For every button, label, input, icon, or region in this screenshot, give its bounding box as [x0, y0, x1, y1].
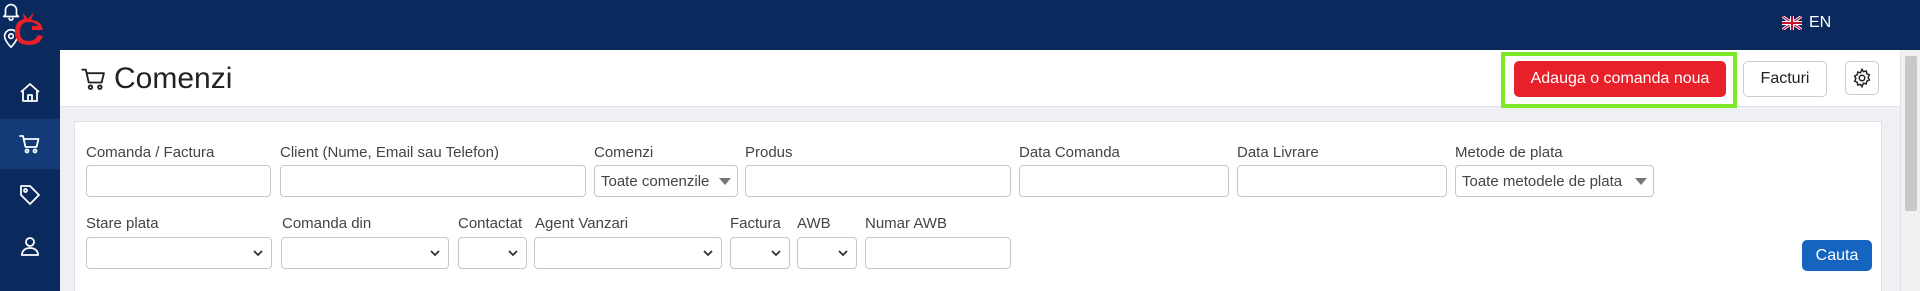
home-icon: [20, 83, 40, 102]
chevron-down-icon: [253, 250, 263, 257]
add-order-button[interactable]: Adauga o comanda noua: [1514, 61, 1726, 97]
sidebar: [0, 50, 60, 291]
sidebar-item-customers[interactable]: [0, 221, 60, 271]
language-selector[interactable]: EN: [1782, 14, 1831, 32]
cart-icon: [81, 68, 105, 90]
order-invoice-label: Comanda / Factura: [86, 144, 215, 161]
orders-label: Comenzi: [594, 144, 654, 161]
order-from-label: Comanda din: [282, 215, 372, 232]
client-label: Client (Nume, Email sau Telefon): [280, 144, 499, 161]
delivery-date-label: Data Livrare: [1237, 144, 1319, 161]
chevron-down-icon: [771, 250, 781, 257]
awb-number-label: Numar AWB: [865, 215, 947, 232]
order-invoice-input[interactable]: [86, 165, 271, 197]
tag-icon: [20, 185, 40, 205]
invoices-button[interactable]: Facturi: [1743, 61, 1827, 97]
payment-methods-label: Metode de plata: [1455, 144, 1563, 161]
chevron-down-icon: [703, 250, 713, 257]
page-title-text: Comenzi: [114, 62, 233, 95]
payment-status-select[interactable]: [86, 237, 272, 269]
orders-select-value: Toate comenzile: [601, 172, 710, 190]
payment-methods-select-value: Toate metodele de plata: [1462, 172, 1623, 190]
caret-down-icon: [1635, 177, 1647, 185]
cart-icon: [19, 135, 40, 154]
payment-status-label: Stare plata: [86, 215, 159, 232]
payment-methods-select[interactable]: Toate metodele de plata: [1455, 165, 1654, 197]
chevron-down-icon: [838, 250, 848, 257]
awb-number-input[interactable]: [865, 237, 1011, 269]
search-button[interactable]: Cauta: [1802, 240, 1872, 271]
order-date-input[interactable]: [1019, 165, 1229, 197]
contacted-select[interactable]: [458, 237, 527, 269]
order-date-label: Data Comanda: [1019, 144, 1120, 161]
chevron-down-icon: [430, 250, 440, 257]
sidebar-item-home[interactable]: [0, 68, 60, 118]
uk-flag-icon: [1782, 16, 1802, 30]
contacted-label: Contactat: [458, 215, 523, 232]
orders-select[interactable]: Toate comenzile: [594, 165, 738, 197]
awb-select[interactable]: [797, 237, 857, 269]
app-logo[interactable]: [13, 10, 47, 46]
order-from-select[interactable]: [281, 237, 449, 269]
users-icon: [21, 237, 39, 256]
sales-agent-label: Agent Vanzari: [535, 215, 629, 232]
gear-icon: [1853, 67, 1871, 89]
chevron-down-icon: [508, 250, 518, 257]
caret-down-icon: [719, 177, 731, 185]
sales-agent-select[interactable]: [534, 237, 722, 269]
product-input[interactable]: [745, 165, 1011, 197]
client-input[interactable]: [280, 165, 586, 197]
page-scrollbar[interactable]: [1900, 50, 1920, 291]
invoice-label: Factura: [730, 215, 781, 232]
language-label: EN: [1809, 14, 1832, 31]
page-title: Comenzi: [80, 62, 232, 96]
sidebar-item-products[interactable]: [0, 170, 60, 220]
scrollbar-thumb[interactable]: [1905, 56, 1917, 211]
notification-bell-icon[interactable]: [0, 0, 1920, 27]
product-label: Produs: [745, 144, 793, 161]
invoice-select[interactable]: [730, 237, 790, 269]
delivery-date-input[interactable]: [1237, 165, 1447, 197]
awb-label: AWB: [797, 215, 831, 232]
top-bar: EN: [0, 0, 1920, 101]
settings-button[interactable]: [1845, 61, 1879, 95]
sidebar-item-orders[interactable]: [0, 119, 60, 169]
